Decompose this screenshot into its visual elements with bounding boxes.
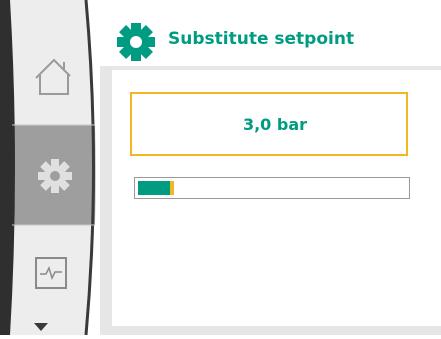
home-icon (35, 58, 71, 95)
page-title: Substitute setpoint (168, 29, 355, 49)
sidebar-item-home[interactable] (30, 50, 80, 100)
setpoint-value-field[interactable]: 3,0 bar (130, 92, 408, 156)
setpoint-value: 3,0 bar (242, 114, 308, 134)
gear-icon (38, 159, 72, 193)
page-header: Substitute setpoint (112, 14, 441, 66)
setpoint-level-marker (170, 181, 174, 195)
setpoint-level-fill (138, 181, 170, 195)
pulse-icon (35, 257, 67, 289)
setpoint-level-bar (134, 177, 410, 199)
gear-icon (117, 23, 155, 61)
sidebar-item-monitor[interactable] (30, 248, 80, 298)
sidebar-scroll-down[interactable] (30, 320, 70, 335)
setpoint-panel: 3,0 bar (112, 70, 441, 326)
triangle-down-icon (34, 323, 48, 331)
sidebar-item-settings[interactable] (30, 150, 80, 200)
